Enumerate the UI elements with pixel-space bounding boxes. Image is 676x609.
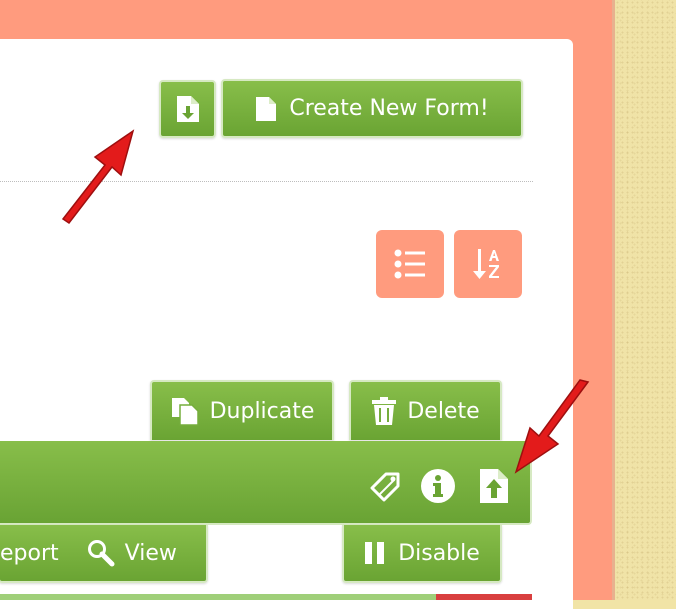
file-icon <box>255 96 277 122</box>
report-view-button-group: eport View <box>0 525 208 583</box>
sort-alpha-icon <box>473 247 503 281</box>
info-icon[interactable] <box>419 467 457 505</box>
import-form-button[interactable] <box>159 80 216 138</box>
duplicate-label: Duplicate <box>209 398 315 424</box>
next-row-accent <box>436 594 532 600</box>
create-new-form-label: Create New Form! <box>289 96 489 121</box>
list-icon <box>394 249 426 279</box>
paper-texture-background <box>612 0 676 600</box>
disable-button[interactable]: Disable <box>342 525 502 583</box>
disable-label: Disable <box>398 540 480 566</box>
pause-icon <box>364 541 386 565</box>
sort-button[interactable] <box>454 230 522 298</box>
form-row-bar[interactable] <box>0 441 532 525</box>
copy-icon <box>170 396 200 426</box>
create-new-form-button[interactable]: Create New Form! <box>221 79 523 138</box>
annotation-arrow-import <box>61 129 135 225</box>
search-icon <box>87 539 115 567</box>
view-label[interactable]: View <box>125 541 177 566</box>
file-upload-icon[interactable] <box>476 466 512 506</box>
duplicate-button[interactable]: Duplicate <box>150 380 334 440</box>
next-form-row <box>0 594 532 600</box>
delete-button[interactable]: Delete <box>349 380 502 440</box>
delete-label: Delete <box>407 398 480 424</box>
report-label[interactable]: eport <box>0 541 59 566</box>
file-download-icon <box>175 94 201 124</box>
tags-icon[interactable] <box>368 469 406 503</box>
trash-icon <box>371 396 397 426</box>
annotation-arrow-upload <box>514 379 590 474</box>
list-view-button[interactable] <box>376 230 444 298</box>
